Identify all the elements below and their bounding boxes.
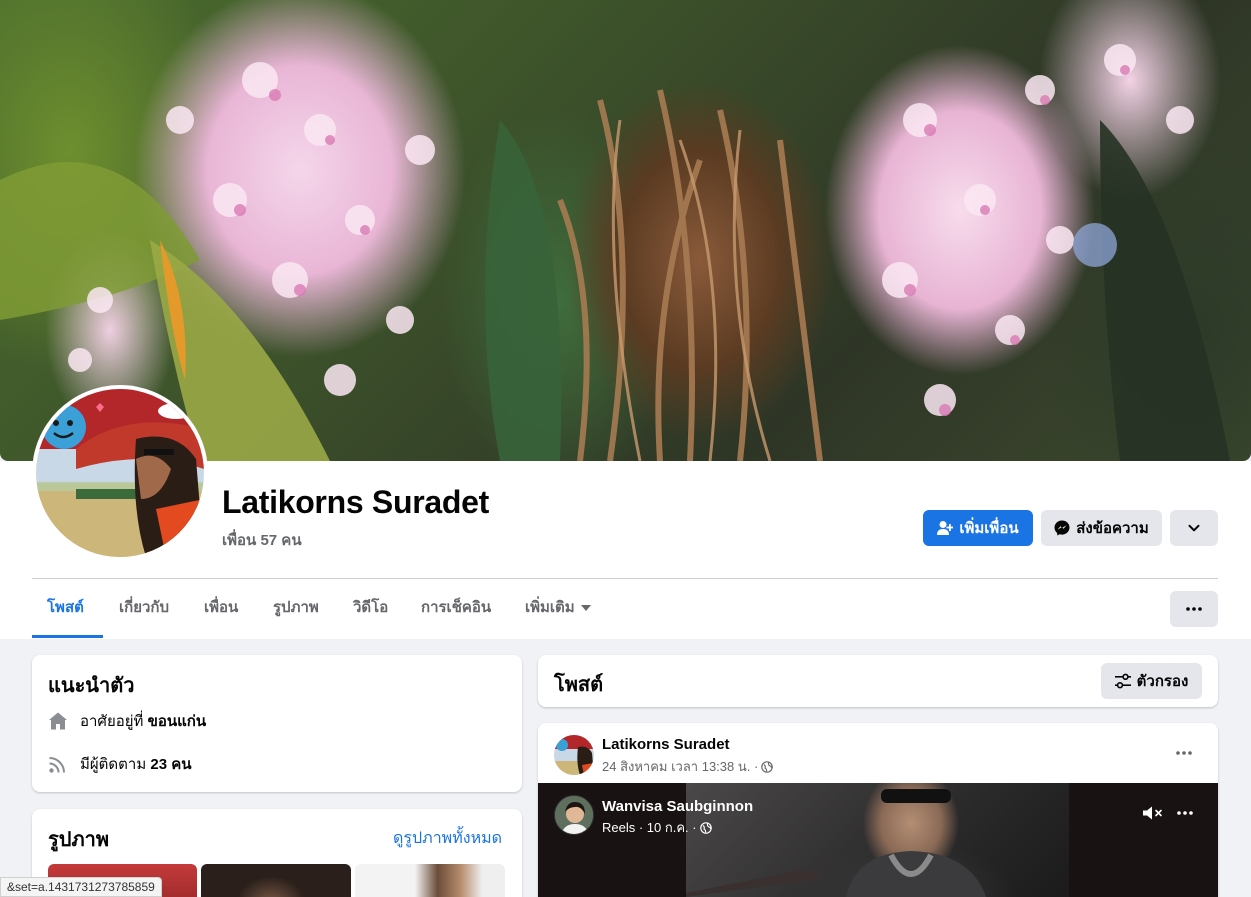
add-friend-button[interactable]: เพิ่มเพื่อน [923,510,1033,546]
post-meta: 24 สิงหาคม เวลา 13:38 น. · [602,756,774,777]
shared-meta-text[interactable]: Reels · 10 ก.ค. · [602,817,697,838]
tab-checkins[interactable]: การเช็คอิน [421,596,491,620]
status-bar-url: &set=a.1431731273785859 [0,877,162,897]
intro-lives-text: อาศัยอยู่ที่ ขอนแก่น [80,709,206,733]
profile-options-button[interactable] [1170,510,1218,546]
filter-sliders-icon [1114,673,1131,689]
mute-button[interactable] [1141,803,1165,823]
post-author-name[interactable]: Latikorns Suradet [602,736,730,753]
intro-card: แนะนำตัว อาศัยอยู่ที่ ขอนแก่น มีผู้ติดตา… [32,655,522,792]
add-friend-label: เพิ่มเพื่อน [959,520,1019,537]
filter-label: ตัวกรอง [1136,673,1189,690]
globe-icon [699,821,712,834]
message-button[interactable]: ส่งข้อความ [1041,510,1162,546]
header-divider [32,578,1218,579]
message-label: ส่งข้อความ [1076,520,1149,537]
lives-place[interactable]: ขอนแก่น [148,713,207,730]
post-author-avatar[interactable] [554,735,594,775]
tab-videos[interactable]: วิดีโอ [353,596,388,620]
shared-author-avatar[interactable] [554,795,594,835]
tab-more-label: เพิ่มเติม [525,599,575,616]
caret-down-icon [580,605,591,611]
home-icon [49,712,67,730]
tab-friends[interactable]: เพื่อน [204,596,238,620]
post-timestamp[interactable]: 24 สิงหาคม เวลา 13:38 น. · [602,756,758,777]
followers-count[interactable]: 23 คน [150,756,191,773]
lives-prefix: อาศัยอยู่ที่ [80,713,148,730]
avatar-image [36,389,204,557]
orchid-cover-image [0,44,1230,461]
photo-thumbnail[interactable] [355,864,505,897]
filter-button[interactable]: ตัวกรอง [1101,663,1202,699]
ellipsis-icon [1186,607,1202,611]
tab-posts[interactable]: โพสต์ [47,596,84,620]
followers-prefix: มีผู้ติดตาม [80,756,151,773]
tab-about[interactable]: เกี่ยวกับ [119,596,169,620]
intro-title: แนะนำตัว [48,675,135,697]
active-tab-indicator [32,635,103,638]
chevron-down-icon [1188,524,1200,532]
video-options-button[interactable] [1172,803,1198,823]
more-options-button[interactable] [1170,591,1218,627]
profile-avatar[interactable] [32,385,208,561]
posts-title: โพสต์ [554,674,604,696]
cover-photo[interactable] [0,0,1251,461]
intro-followers-text: มีผู้ติดตาม 23 คน [80,752,192,776]
photo-thumbnail[interactable] [201,864,351,897]
messenger-icon [1054,520,1070,536]
ellipsis-icon [1176,751,1192,755]
ellipsis-icon [1177,811,1193,815]
intro-followers-row: มีผู้ติดตาม 23 คน [48,752,192,776]
rss-icon [49,757,65,773]
intro-lives-row: อาศัยอยู่ที่ ขอนแก่น [48,709,206,733]
post-options-button[interactable] [1166,735,1202,771]
volume-muted-icon [1143,806,1162,820]
tab-photos[interactable]: รูปภาพ [273,596,319,620]
shared-author-name[interactable]: Wanvisa Saubginnon [602,798,753,815]
add-friend-icon [937,521,954,535]
see-all-photos-link[interactable]: ดูรูปภาพทั้งหมด [393,826,502,851]
globe-icon [761,760,774,773]
friends-count[interactable]: เพื่อน 57 คน [222,528,302,552]
posts-header-card: โพสต์ ตัวกรอง [538,655,1218,707]
profile-name: Latikorns Suradet [222,484,489,520]
tab-more[interactable]: เพิ่มเติม [525,596,591,620]
photos-title: รูปภาพ [48,829,110,851]
shared-meta: Reels · 10 ก.ค. · [602,817,712,838]
